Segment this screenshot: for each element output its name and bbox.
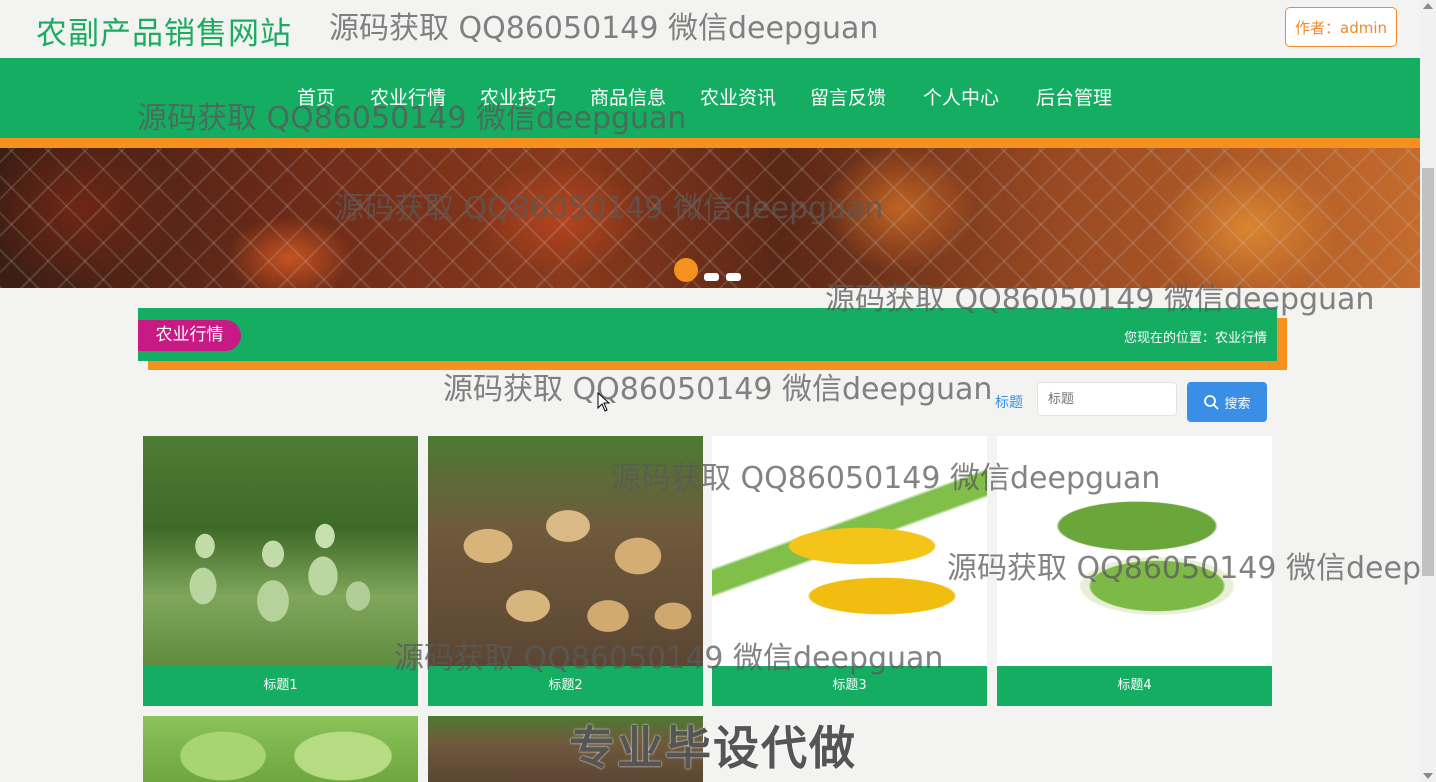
search-input[interactable] [1037,382,1177,416]
scroll-down-icon[interactable] [1423,773,1433,779]
product-image-potato[interactable] [428,436,703,666]
nav-item-news[interactable]: 农业资讯 [700,83,776,110]
product-image-lettuce[interactable] [143,716,418,782]
mouse-cursor-icon [597,392,611,412]
watermark: 源码获取 QQ86050149 微信deepguan [443,372,993,407]
breadcrumb: 您现在的位置：农业行情 [1123,331,1267,346]
product-card[interactable]: 标题2 [428,436,703,706]
site-title: 农副产品销售网站 [36,16,292,52]
nav-accent-stripe [0,138,1420,148]
product-card[interactable] [143,716,418,782]
product-title[interactable]: 标题4 [997,666,1272,706]
carousel-dot-1[interactable] [674,258,698,282]
product-title[interactable]: 标题2 [428,666,703,706]
watermark-slogan: 专业毕设代做 [569,721,857,775]
search-icon [1204,395,1219,410]
nav-item-products[interactable]: 商品信息 [590,83,666,110]
product-image-bitter-melon[interactable] [997,436,1272,666]
nav-item-home[interactable]: 首页 [297,83,335,110]
banner-carousel [0,148,1420,288]
product-image-gourd[interactable] [143,436,418,666]
nav-item-profile[interactable]: 个人中心 [923,83,999,110]
search-button-label: 搜索 [1224,396,1251,412]
product-card[interactable]: 标题4 [997,436,1272,706]
carousel-dot-2[interactable] [704,273,719,281]
section-title: 农业行情 [138,320,241,351]
scrollbar-thumb[interactable] [1422,168,1434,576]
nav-item-feedback[interactable]: 留言反馈 [810,83,886,110]
product-card[interactable]: 标题3 [712,436,987,706]
product-title[interactable]: 标题3 [712,666,987,706]
nav-item-admin[interactable]: 后台管理 [1036,83,1112,110]
author-button[interactable]: 作者：admin [1285,7,1397,47]
search-button[interactable]: 搜索 [1187,382,1267,422]
product-card[interactable]: 标题1 [143,436,418,706]
nav-item-skills[interactable]: 农业技巧 [480,83,556,110]
section-header [138,308,1277,361]
scroll-up-icon[interactable] [1423,3,1433,9]
product-image-corn[interactable] [712,436,987,666]
nav-item-market[interactable]: 农业行情 [370,83,446,110]
product-title[interactable]: 标题1 [143,666,418,706]
search-label: 标题 [995,395,1023,411]
carousel-dot-3[interactable] [726,273,741,281]
